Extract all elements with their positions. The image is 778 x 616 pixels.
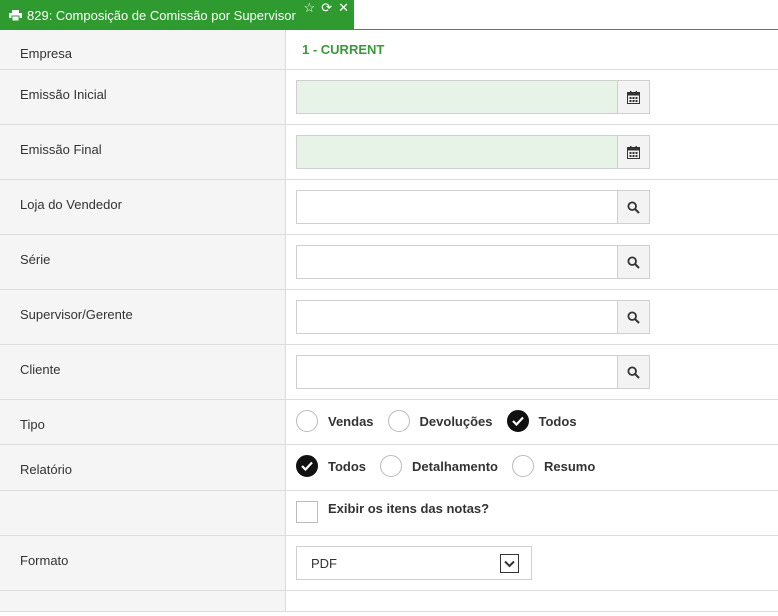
tipo-label: Tipo: [0, 400, 286, 444]
relatorio-option-label[interactable]: Detalhamento: [412, 459, 498, 474]
relatorio-radio-todos[interactable]: [296, 455, 318, 477]
row-formato: Formato PDF: [0, 536, 778, 591]
formato-value: PDF: [311, 555, 337, 571]
loja-vendedor-label: Loja do Vendedor: [0, 180, 286, 234]
exibir-itens-label[interactable]: Exibir os itens das notas?: [328, 501, 489, 516]
row-emissao-final: Emissão Final: [0, 125, 778, 180]
calendar-icon: [627, 90, 640, 104]
search-icon: [627, 310, 640, 324]
star-icon[interactable]: ☆: [304, 1, 316, 15]
checkmark-icon: [511, 416, 524, 426]
row-tipo: Tipo Vendas Devoluções Todos: [0, 400, 778, 445]
cliente-label: Cliente: [0, 345, 286, 399]
tab-title: 829: Composição de Comissão por Supervis…: [27, 7, 296, 23]
row-cliente: Cliente: [0, 345, 778, 400]
supervisor-input[interactable]: [296, 300, 617, 334]
serie-label: Série: [0, 235, 286, 289]
calendar-icon: [627, 145, 640, 159]
exibir-itens-checkbox[interactable]: [296, 501, 318, 523]
print-icon: [9, 9, 22, 21]
row-exibir-itens: Exibir os itens das notas?: [0, 491, 778, 536]
relatorio-radio-detalhamento[interactable]: [380, 455, 403, 477]
emissao-inicial-calendar-button[interactable]: [617, 80, 650, 114]
formato-select[interactable]: PDF: [296, 546, 532, 580]
relatorio-label: Relatório: [0, 445, 286, 490]
row-loja-vendedor: Loja do Vendedor: [0, 180, 778, 235]
supervisor-label: Supervisor/Gerente: [0, 290, 286, 344]
emissao-final-input[interactable]: [296, 135, 617, 169]
row-supervisor: Supervisor/Gerente: [0, 290, 778, 345]
loja-vendedor-input[interactable]: [296, 190, 617, 224]
empresa-label: Empresa: [0, 30, 286, 69]
search-icon: [627, 200, 640, 214]
search-icon: [627, 365, 640, 379]
row-footer-empty: [0, 591, 778, 612]
report-form: Empresa 1 - CURRENT Emissão Inicial Emis…: [0, 30, 778, 612]
tipo-option-label[interactable]: Todos: [539, 414, 577, 429]
serie-search-button[interactable]: [617, 245, 650, 279]
tipo-radio-todos[interactable]: [506, 410, 529, 432]
cliente-search-button[interactable]: [617, 355, 650, 389]
emissao-inicial-label: Emissão Inicial: [0, 70, 286, 124]
chevron-down-icon: [500, 554, 519, 573]
cliente-input[interactable]: [296, 355, 617, 389]
relatorio-radio-resumo[interactable]: [512, 455, 534, 477]
report-tab[interactable]: 829: Composição de Comissão por Supervis…: [0, 0, 354, 30]
emissao-inicial-input[interactable]: [296, 80, 617, 114]
empty-label: [0, 491, 286, 535]
tipo-radio-vendas[interactable]: [296, 410, 318, 432]
relatorio-option-label[interactable]: Todos: [328, 459, 366, 474]
relatorio-radio-group: Todos Detalhamento Resumo: [296, 455, 609, 477]
tipo-option-label[interactable]: Vendas: [328, 414, 374, 429]
top-bar: 829: Composição de Comissão por Supervis…: [0, 0, 778, 30]
row-empresa: Empresa 1 - CURRENT: [0, 30, 778, 70]
row-serie: Série: [0, 235, 778, 290]
emissao-final-label: Emissão Final: [0, 125, 286, 179]
row-relatorio: Relatório Todos Detalhamento Resumo: [0, 445, 778, 491]
tipo-radio-devolucoes[interactable]: [387, 410, 410, 432]
search-icon: [627, 255, 640, 269]
tipo-radio-group: Vendas Devoluções Todos: [296, 410, 591, 432]
loja-vendedor-search-button[interactable]: [617, 190, 650, 224]
emissao-final-calendar-button[interactable]: [617, 135, 650, 169]
relatorio-option-label[interactable]: Resumo: [544, 459, 595, 474]
exibir-itens-group: Exibir os itens das notas?: [296, 501, 503, 523]
refresh-icon[interactable]: ⟳: [321, 1, 332, 15]
empty-label: [0, 591, 286, 611]
serie-input[interactable]: [296, 245, 617, 279]
formato-label: Formato: [0, 536, 286, 590]
empresa-value: 1 - CURRENT: [302, 42, 385, 57]
checkmark-icon: [301, 461, 313, 471]
close-icon[interactable]: ✕: [338, 1, 349, 15]
supervisor-search-button[interactable]: [617, 300, 650, 334]
tipo-option-label[interactable]: Devoluções: [420, 414, 493, 429]
row-emissao-inicial: Emissão Inicial: [0, 70, 778, 125]
